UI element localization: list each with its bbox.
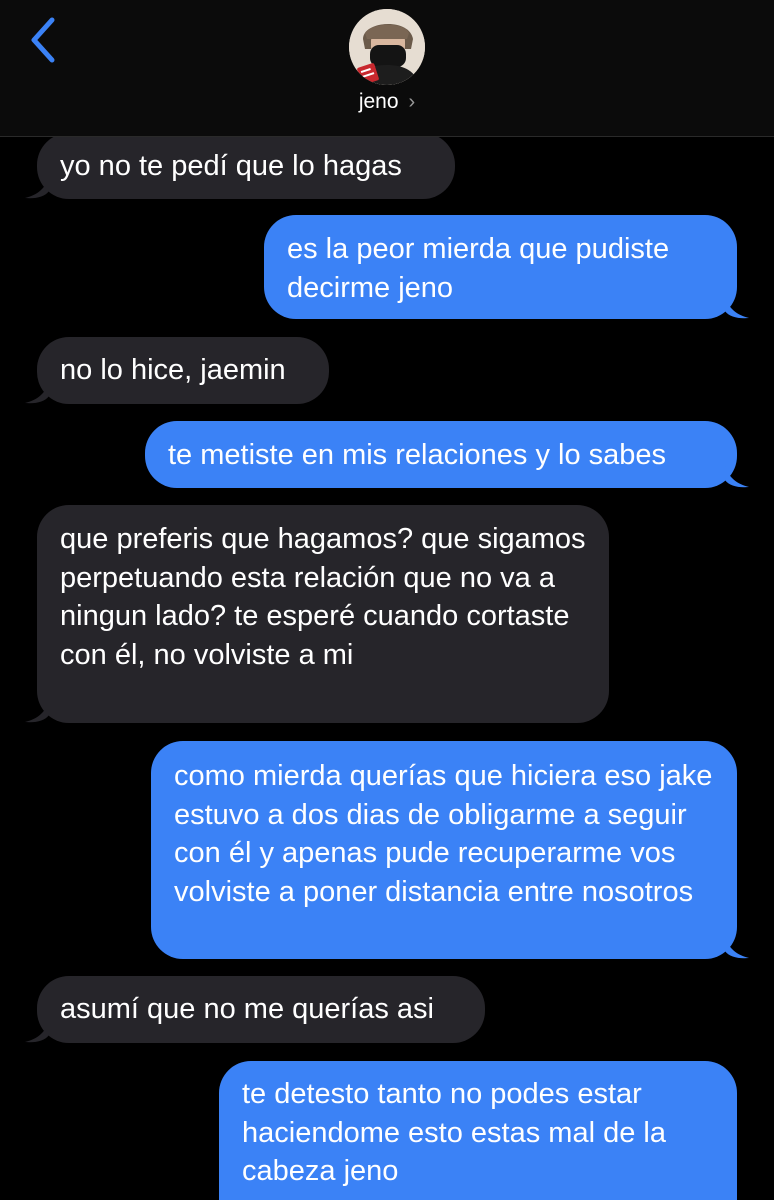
contact-name: jeno: [358, 90, 399, 113]
bubble-tail-incoming: [25, 701, 49, 723]
message-text: te detesto tanto no podes estar haciendo…: [242, 1078, 666, 1187]
bubble-tail-outgoing: [725, 466, 749, 488]
message-text: como mierda querías que hiciera eso jake…: [174, 760, 713, 908]
contact-name-button[interactable]: jeno ›: [0, 90, 774, 114]
bubble-tail-incoming: [25, 382, 49, 404]
message-thread: yo no te pedí que lo hagas es la peor mi…: [0, 0, 774, 1200]
message-text: asumí que no me querías asi: [60, 993, 434, 1025]
message-text: no lo hice, jaemin: [60, 354, 286, 386]
contact-avatar[interactable]: [349, 9, 425, 85]
bubble-tail-outgoing: [725, 297, 749, 319]
message-bubble-outgoing[interactable]: como mierda querías que hiciera eso jake…: [151, 741, 737, 959]
message-bubble-outgoing[interactable]: te metiste en mis relaciones y lo sabes: [145, 421, 737, 488]
message-text: que preferis que hagamos? que sigamos pe…: [60, 523, 586, 671]
message-text: te metiste en mis relaciones y lo sabes: [168, 439, 667, 471]
message-text: yo no te pedí que lo hagas: [60, 150, 402, 182]
chevron-right-icon: ›: [408, 91, 416, 113]
chevron-left-icon: [31, 17, 55, 63]
message-bubble-outgoing[interactable]: te detesto tanto no podes estar haciendo…: [219, 1061, 737, 1200]
bubble-tail-outgoing: [725, 937, 749, 959]
contact-photo: [349, 9, 425, 85]
back-button[interactable]: [26, 14, 66, 66]
conversation-header: jeno ›: [0, 0, 774, 137]
message-bubble-incoming[interactable]: no lo hice, jaemin: [37, 337, 329, 404]
message-bubble-incoming[interactable]: asumí que no me querías asi: [37, 976, 485, 1043]
bubble-tail-incoming: [25, 1021, 49, 1043]
message-text: es la peor mierda que pudiste decirme je…: [287, 233, 670, 304]
message-bubble-outgoing[interactable]: es la peor mierda que pudiste decirme je…: [264, 215, 737, 319]
message-bubble-incoming[interactable]: que preferis que hagamos? que sigamos pe…: [37, 505, 609, 723]
bubble-tail-incoming: [25, 177, 49, 199]
message-bubble-incoming[interactable]: yo no te pedí que lo hagas: [37, 133, 455, 199]
